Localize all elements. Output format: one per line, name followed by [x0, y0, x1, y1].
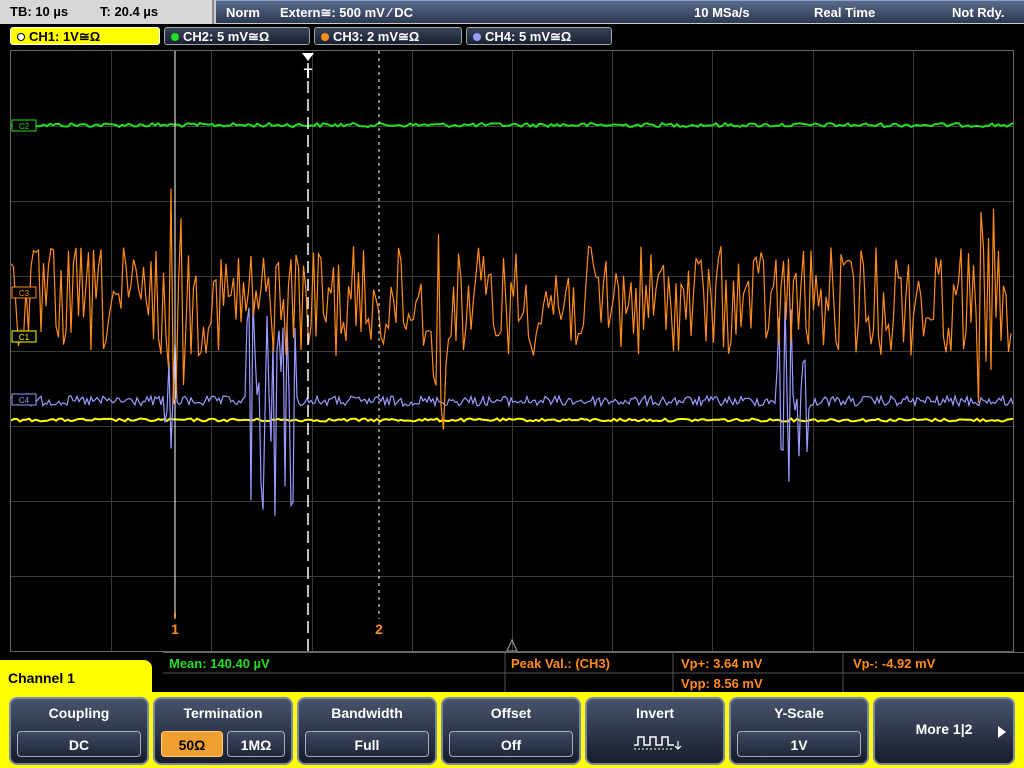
yscale-softkey[interactable]: Y-Scale 1V	[729, 697, 869, 765]
ch1-level-marker[interactable]: C1	[11, 330, 37, 343]
ch3-trace	[11, 188, 1012, 430]
cursor-1-label: 1	[171, 621, 179, 637]
bandwidth-title: Bandwidth	[331, 705, 403, 721]
channel-dot-icon	[171, 33, 179, 41]
tab-ch1[interactable]: CH1: 1V≅Ω	[10, 27, 160, 45]
cursor-2-label: 2	[375, 621, 383, 637]
ch4-level-label: C4	[19, 396, 30, 405]
bandwidth-value[interactable]: Full	[305, 731, 429, 757]
ch3-level-label: C3	[19, 289, 30, 298]
ch4-level-marker[interactable]: C4	[11, 393, 37, 406]
timebase-value: TB: 10 µs	[10, 4, 69, 19]
offset-value[interactable]: Off	[449, 731, 573, 757]
ch1-level-label: C1	[19, 333, 30, 342]
tab-ch3-label: CH3: 2 mV≅Ω	[333, 29, 420, 44]
vp-plus-measurement: Vp+: 3.64 mV	[681, 656, 763, 671]
coupling-softkey[interactable]: Coupling DC	[9, 697, 149, 765]
more-label: More 1|2	[915, 721, 973, 737]
timebase-panel[interactable]: TB: 10 µs T: 20.4 µs	[0, 0, 214, 24]
vp-minus-measurement: Vp-: -4.92 mV	[853, 656, 936, 671]
bandwidth-softkey[interactable]: Bandwidth Full	[297, 697, 437, 765]
coupling-title: Coupling	[48, 705, 110, 721]
tab-ch4[interactable]: CH4: 5 mV≅Ω	[466, 27, 612, 45]
yscale-value[interactable]: 1V	[737, 731, 861, 757]
status-bar: TB: 10 µs T: 20.4 µs Norm Extern≅: 500 m…	[0, 0, 1024, 24]
more-softkey[interactable]: More 1|2	[873, 697, 1015, 765]
sample-rate: 10 MSa/s	[694, 5, 750, 20]
termination-title: Termination	[183, 705, 263, 721]
arrow-right-icon	[998, 726, 1006, 738]
peak-measurement-label: Peak Val.: (CH3)	[511, 656, 610, 671]
acquisition-mode: Real Time	[814, 5, 876, 20]
channel-dot-icon	[321, 33, 329, 41]
invert-title: Invert	[635, 705, 675, 721]
measurement-panel[interactable]: Mean: 140.40 µV Peak Val.: (CH3) Vp+: 3.…	[163, 652, 1024, 693]
offset-title: Offset	[490, 705, 532, 721]
menu-title: Channel 1	[8, 670, 75, 686]
termination-1mohm-option[interactable]: 1MΩ	[227, 731, 285, 757]
ch2-level-label: C2	[19, 122, 30, 131]
tab-ch1-label: CH1: 1V≅Ω	[29, 29, 101, 44]
vpp-measurement: Vpp: 8.56 mV	[681, 676, 763, 691]
ch3-level-marker[interactable]: C3	[11, 286, 37, 299]
trigger-panel[interactable]: Norm Extern≅: 500 mV ⁄ DC 10 MSa/s Real …	[216, 0, 1024, 23]
waveform-display[interactable]: T 1 2 C2 C3 C1 C4	[10, 50, 1014, 652]
tab-ch2-label: CH2: 5 mV≅Ω	[183, 29, 270, 44]
trigger-source: Extern≅: 500 mV ⁄ DC	[280, 5, 413, 20]
termination-softkey[interactable]: Termination 50Ω 1MΩ	[153, 697, 293, 765]
channel-tab-bar: CH1: 1V≅Ω CH2: 5 mV≅Ω CH3: 2 mV≅Ω CH4: 5…	[0, 24, 1024, 48]
acquisition-status: Not Rdy.	[952, 5, 1005, 20]
coupling-value[interactable]: DC	[17, 731, 141, 757]
square-wave-icon	[634, 736, 682, 750]
tab-ch4-label: CH4: 5 mV≅Ω	[485, 29, 572, 44]
yscale-title: Y-Scale	[774, 705, 824, 721]
trigger-marker-label: T	[304, 65, 313, 81]
ch2-level-marker[interactable]: C2	[11, 119, 37, 132]
mean-measurement: Mean: 140.40 µV	[169, 656, 270, 671]
termination-50ohm-option[interactable]: 50Ω	[161, 731, 223, 757]
trigger-time-value: T: 20.4 µs	[100, 4, 159, 19]
waveform-canvas: T 1 2 C2 C3 C1 C4	[11, 51, 1013, 651]
tab-ch2[interactable]: CH2: 5 mV≅Ω	[164, 27, 310, 45]
offset-softkey[interactable]: Offset Off	[441, 697, 581, 765]
tab-ch3[interactable]: CH3: 2 mV≅Ω	[314, 27, 462, 45]
trigger-mode: Norm	[226, 5, 260, 20]
invert-softkey[interactable]: Invert	[585, 697, 725, 765]
channel-dot-icon	[17, 33, 25, 41]
channel-dot-icon	[473, 33, 481, 41]
